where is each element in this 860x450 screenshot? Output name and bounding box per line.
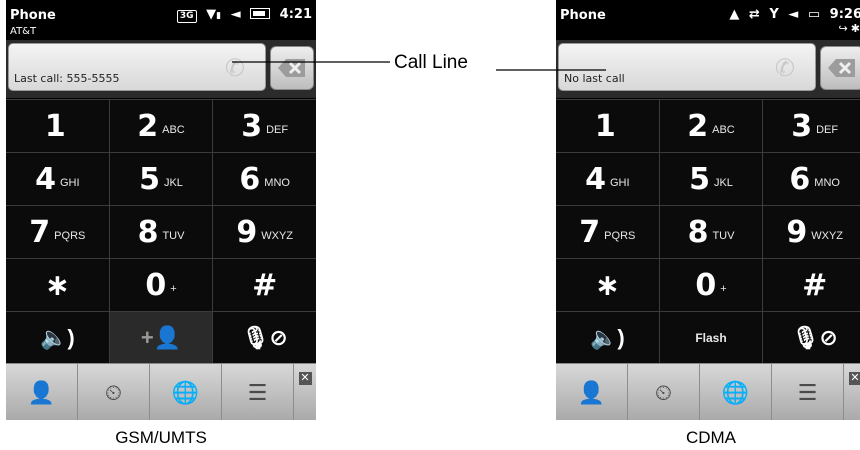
menu-tab[interactable]: ☰ [772, 364, 844, 420]
handset-icon: ✆ [774, 55, 795, 82]
speaker-icon: 🔈) [39, 325, 75, 350]
speed-dial-icon: 🌐 [171, 379, 200, 405]
bottom-toolbar: 👤 ⏲ 🌐 ☰ ✕ [6, 363, 316, 420]
key-8[interactable]: 8 TUV [659, 206, 764, 258]
speaker-icon: 🔈) [589, 325, 625, 350]
key-4[interactable]: 4 GHI [6, 153, 110, 205]
key-9[interactable]: 9 WXYZ [763, 206, 860, 258]
bottom-toolbar: 👤 ⏲ 🌐 ☰ ✕ [556, 363, 860, 420]
signal-icon: ▼▮ [206, 7, 222, 22]
key-8[interactable]: 8 TUV [109, 206, 214, 258]
volume-icon: ◄ [230, 7, 241, 22]
key-hash[interactable]: # [213, 259, 316, 311]
clock: 4:21 [279, 7, 312, 22]
cdma-phone-screen: Phone ▲ ⇄ Y ◄ ▭ 9:26 ↪ ✱ No last call ✆ … [556, 0, 860, 420]
speed-dial-tab[interactable]: 🌐 [700, 364, 772, 420]
key-0[interactable]: 0 + [109, 259, 214, 311]
speaker-button[interactable]: 🔈) [6, 312, 110, 364]
roaming-icon: ▲ [729, 7, 740, 22]
speaker-button[interactable]: 🔈) [556, 312, 660, 364]
key-9[interactable]: 9 WXYZ [213, 206, 316, 258]
mute-button[interactable]: 🎙⊘ [213, 312, 316, 364]
key-7[interactable]: 7 PQRS [6, 206, 110, 258]
backspace-icon [828, 59, 855, 77]
key-star[interactable]: ∗ [556, 259, 660, 311]
charging-battery-icon: ▭ [807, 7, 821, 22]
call-line: No last call ✆ [556, 40, 860, 98]
key-2[interactable]: 2 ABC [109, 100, 214, 152]
contacts-icon: 👤 [577, 379, 606, 405]
handset-icon: ✆ [224, 55, 245, 82]
close-icon: ✕ [298, 372, 312, 385]
call-history-icon: ⏲ [654, 379, 673, 405]
mute-icon: 🎙⊘ [241, 325, 288, 350]
key-5[interactable]: 5 JKL [109, 153, 214, 205]
speed-dial-tab[interactable]: 🌐 [150, 364, 222, 420]
key-6[interactable]: 6 MNO [213, 153, 316, 205]
key-hash[interactable]: # [763, 259, 860, 311]
call-forward-icon: ↪ ✱ [838, 23, 860, 35]
call-line-field[interactable]: No last call ✆ [558, 43, 816, 91]
dial-keypad: 1 2 ABC 3 DEF 4 GHI 5 JKL 6 MNO 7 PQRS 8 TUV 9W… [556, 99, 860, 364]
flash-label: Flash [695, 331, 727, 345]
menu-icon: ☰ [797, 379, 818, 405]
contacts-tab[interactable]: 👤 [556, 364, 628, 420]
key-6[interactable]: 6 MNO [763, 153, 860, 205]
add-contact-button[interactable]: +👤 [109, 312, 214, 364]
key-1[interactable]: 1 [556, 100, 660, 152]
call-line: Last call: 555-5555 ✆ [6, 40, 316, 98]
add-contact-icon: +👤 [140, 325, 182, 350]
call-history-tab[interactable]: ⏲ [628, 364, 700, 420]
app-title: Phone [560, 8, 606, 23]
backspace-button[interactable] [820, 46, 860, 90]
call-line-field[interactable]: Last call: 555-5555 ✆ [8, 43, 266, 91]
call-line-callout: Call Line [394, 52, 468, 73]
flash-button[interactable]: Flash [659, 312, 764, 364]
gsm-phone-screen: Phone AT&T 3G ▼▮ ◄ 4:21 Last call: 555-5… [6, 0, 316, 420]
contacts-icon: 👤 [27, 379, 56, 405]
carrier-name: AT&T [10, 26, 37, 37]
last-call-text: No last call [564, 72, 625, 85]
key-star[interactable]: ∗ [6, 259, 110, 311]
battery-icon [250, 8, 271, 19]
close-icon: ✕ [848, 372, 860, 385]
clock: 9:26 [829, 7, 860, 22]
app-title: Phone [10, 8, 56, 23]
key-3[interactable]: 3 DEF [763, 100, 860, 152]
menu-icon: ☰ [247, 379, 268, 405]
contacts-tab[interactable]: 👤 [6, 364, 78, 420]
call-history-icon: ⏲ [104, 379, 123, 405]
call-history-tab[interactable]: ⏲ [78, 364, 150, 420]
status-icons: ▲ ⇄ Y ◄ ▭ 9:26 [724, 7, 860, 22]
volume-icon: ◄ [788, 7, 799, 22]
status-bar: Phone ▲ ⇄ Y ◄ ▭ 9:26 ↪ ✱ [556, 0, 860, 40]
cdma-caption: CDMA [685, 428, 737, 447]
mute-button[interactable]: 🎙⊘ [763, 312, 860, 364]
gsm-caption: GSM/UMTS [115, 428, 207, 447]
backspace-icon [278, 59, 305, 77]
key-0[interactable]: 0 + [659, 259, 764, 311]
close-tab[interactable]: ✕ [844, 364, 860, 420]
key-3[interactable]: 3 DEF [213, 100, 316, 152]
network-3g-icon: 3G [176, 10, 197, 23]
status-icons: 3G ▼▮ ◄ 4:21 [172, 7, 312, 23]
signal-icon: Y [769, 7, 779, 22]
key-4[interactable]: 4 GHI [556, 153, 660, 205]
close-tab[interactable]: ✕ [294, 364, 316, 420]
data-transfer-icon: ⇄ [748, 7, 760, 22]
mute-icon: 🎙⊘ [791, 325, 838, 350]
backspace-button[interactable] [270, 46, 314, 90]
key-1[interactable]: 1 [6, 100, 110, 152]
speed-dial-icon: 🌐 [721, 379, 750, 405]
key-2[interactable]: 2 ABC [659, 100, 764, 152]
dial-keypad: 1 2 ABC 3 DEF 4 GHI 5 JKL 6 MNO 7 PQRS 8 TUV 9W… [6, 99, 316, 364]
status-bar: Phone AT&T 3G ▼▮ ◄ 4:21 [6, 0, 316, 40]
last-call-text: Last call: 555-5555 [14, 72, 120, 85]
key-7[interactable]: 7 PQRS [556, 206, 660, 258]
menu-tab[interactable]: ☰ [222, 364, 294, 420]
key-5[interactable]: 5 JKL [659, 153, 764, 205]
